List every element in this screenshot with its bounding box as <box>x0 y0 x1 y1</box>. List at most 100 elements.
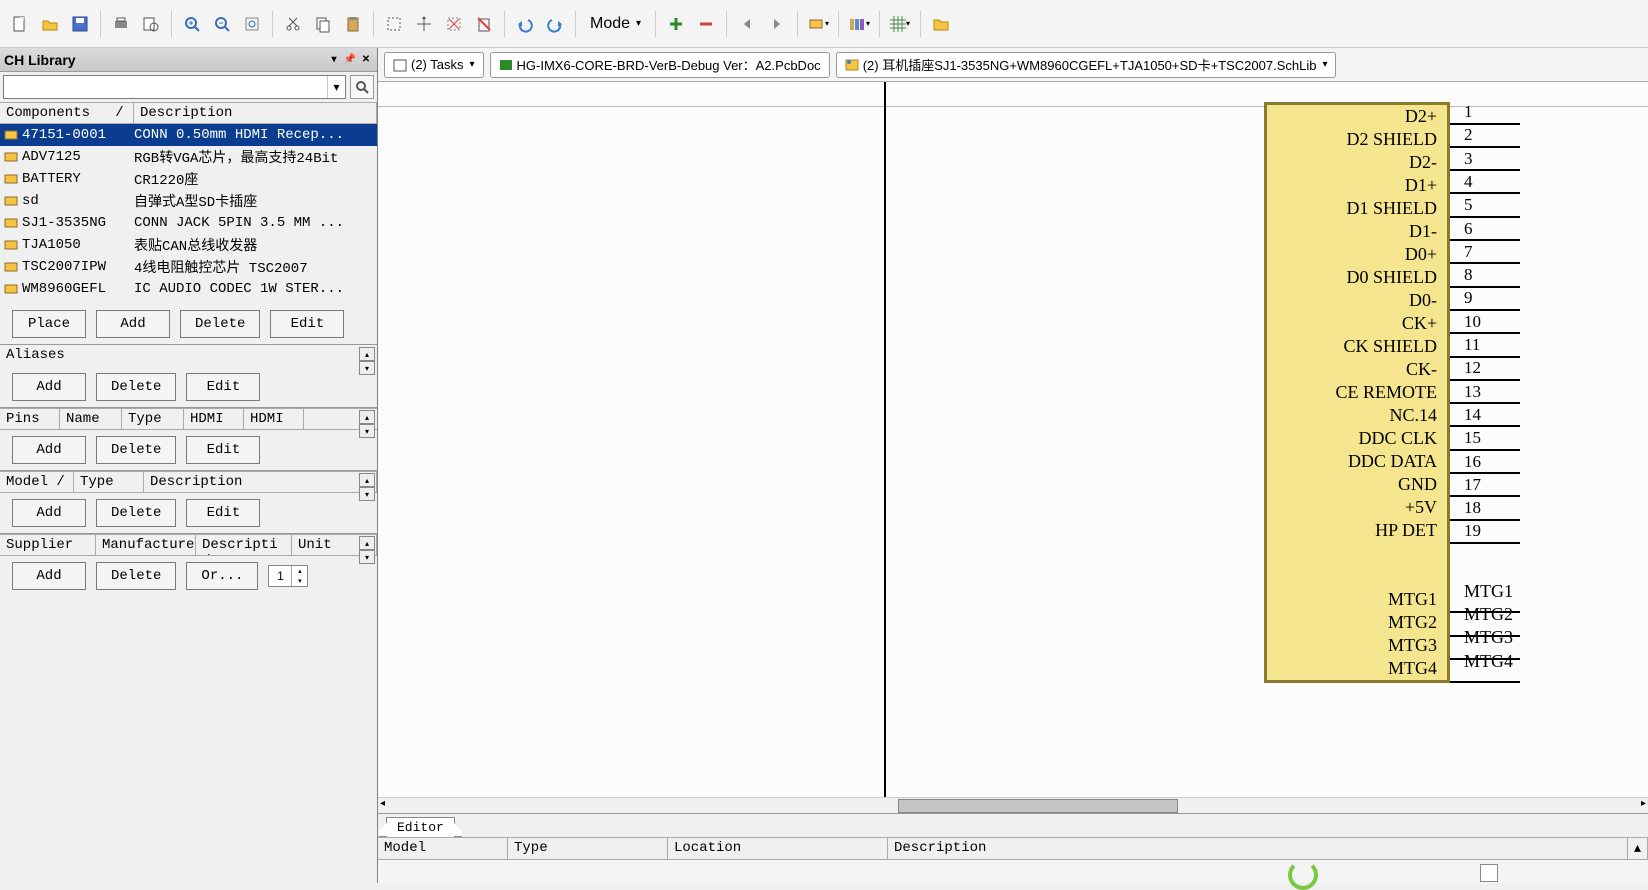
save-icon[interactable] <box>66 10 94 38</box>
aliases-add-button[interactable]: Add <box>12 373 86 401</box>
add-part-icon[interactable] <box>662 10 690 38</box>
col-model-type[interactable]: Type <box>74 472 144 492</box>
model-add-button[interactable]: Add <box>12 499 86 527</box>
quantity-spinner[interactable]: ▴▾ <box>268 565 308 587</box>
model-delete-button[interactable]: Delete <box>96 499 176 527</box>
col-pins[interactable]: Pins <box>0 409 60 429</box>
col-supp-desc[interactable]: Descripti <box>202 537 278 553</box>
redo-icon[interactable] <box>541 10 569 38</box>
panel-pin-icon[interactable]: 📌 <box>343 53 357 67</box>
col-model-desc[interactable]: Description <box>144 472 377 492</box>
components-list[interactable]: 47151-0001CONN 0.50mm HDMI Recep...ADV71… <box>0 124 377 304</box>
move-icon[interactable] <box>410 10 438 38</box>
folder-icon[interactable] <box>927 10 955 38</box>
schematic-canvas[interactable]: D2+D2 SHIELDD2-D1+D1 SHIELDD1-D0+D0 SHIE… <box>378 82 1648 797</box>
horizontal-scrollbar[interactable]: ◂ ▸ <box>378 797 1648 813</box>
select-rect-icon[interactable] <box>380 10 408 38</box>
list-item[interactable]: 47151-0001CONN 0.50mm HDMI Recep... <box>0 124 377 146</box>
cut-icon[interactable] <box>279 10 307 38</box>
status-bar <box>378 859 1648 883</box>
scroll-down-icon[interactable]: ▾ <box>359 550 375 564</box>
editor-tab[interactable]: Editor <box>386 817 455 837</box>
pin-name: DDC CLK <box>1267 427 1447 450</box>
open-icon[interactable] <box>36 10 64 38</box>
pin-name: D0 SHIELD <box>1267 266 1447 289</box>
quantity-input[interactable] <box>269 566 291 586</box>
footer-col-model[interactable]: Model <box>378 838 508 859</box>
col-hdmi2[interactable]: HDMI <box>244 409 304 429</box>
list-item[interactable]: BATTERYCR1220座 <box>0 168 377 190</box>
col-model[interactable]: Model <box>6 474 48 490</box>
undo-icon[interactable] <box>511 10 539 38</box>
status-icon[interactable] <box>1480 864 1498 882</box>
scroll-up-icon[interactable]: ▴ <box>359 536 375 550</box>
aliases-edit-button[interactable]: Edit <box>186 373 260 401</box>
list-item[interactable]: ADV7125RGB转VGA芯片，最高支持24Bit <box>0 146 377 168</box>
library-icon[interactable]: ▾ <box>845 10 873 38</box>
list-item[interactable]: sd自弹式A型SD卡插座 <box>0 190 377 212</box>
add-button[interactable]: Add <box>96 310 170 338</box>
col-type[interactable]: Type <box>122 409 184 429</box>
scroll-up-icon[interactable]: ▴ <box>359 473 375 487</box>
delete-button[interactable]: Delete <box>180 310 260 338</box>
zoom-fit-icon[interactable] <box>238 10 266 38</box>
col-supplier[interactable]: Supplier <box>0 535 96 555</box>
aliases-delete-button[interactable]: Delete <box>96 373 176 401</box>
model-edit-button[interactable]: Edit <box>186 499 260 527</box>
next-part-icon[interactable] <box>763 10 791 38</box>
footer-scroll-icon[interactable]: ▴ <box>1628 838 1648 859</box>
mode-dropdown[interactable]: Mode▾ <box>582 9 649 39</box>
supplier-delete-button[interactable]: Delete <box>96 562 176 590</box>
panel-close-icon[interactable]: ✕ <box>359 53 373 67</box>
pins-edit-button[interactable]: Edit <box>186 436 260 464</box>
pins-add-button[interactable]: Add <box>12 436 86 464</box>
tab-pcbdoc[interactable]: HG-IMX6-CORE-BRD-VerB-Debug Ver：A2.PcbDo… <box>490 52 830 78</box>
spin-down-icon[interactable]: ▾ <box>291 576 307 586</box>
chevron-down-icon[interactable]: ▾ <box>327 76 345 98</box>
supplier-add-button[interactable]: Add <box>12 562 86 590</box>
col-manufacturer[interactable]: Manufacturer <box>96 535 196 555</box>
grid-icon[interactable]: ▾ <box>886 10 914 38</box>
remove-part-icon[interactable] <box>692 10 720 38</box>
scroll-down-icon[interactable]: ▾ <box>359 424 375 438</box>
col-components[interactable]: Components <box>6 105 90 121</box>
footer-col-type[interactable]: Type <box>508 838 668 859</box>
scroll-up-icon[interactable]: ▴ <box>359 410 375 424</box>
clear-icon[interactable] <box>470 10 498 38</box>
new-file-icon[interactable] <box>6 10 34 38</box>
tab-tasks[interactable]: (2) Tasks▾ <box>384 52 484 78</box>
list-item[interactable]: SJ1-3535NGCONN JACK 5PIN 3.5 MM ... <box>0 212 377 234</box>
col-description[interactable]: Description <box>134 103 377 123</box>
zoom-out-icon[interactable] <box>208 10 236 38</box>
place-button[interactable]: Place <box>12 310 86 338</box>
print-icon[interactable] <box>107 10 135 38</box>
spin-up-icon[interactable]: ▴ <box>291 566 307 576</box>
list-item[interactable]: WM8960GEFLIC AUDIO CODEC 1W STER... <box>0 278 377 300</box>
search-button[interactable] <box>350 75 374 99</box>
scroll-down-icon[interactable]: ▾ <box>359 487 375 501</box>
tab-schlib[interactable]: (2) 耳机插座SJ1-3535NG+WM8960CGEFL+TJA1050+S… <box>836 52 1337 78</box>
search-input[interactable] <box>4 76 327 98</box>
prev-part-icon[interactable] <box>733 10 761 38</box>
col-hdmi1[interactable]: HDMI <box>184 409 244 429</box>
deselect-icon[interactable] <box>440 10 468 38</box>
scrollbar-thumb[interactable] <box>898 799 1178 813</box>
paste-icon[interactable] <box>339 10 367 38</box>
panel-dropdown-icon[interactable]: ▾ <box>327 53 341 67</box>
list-item[interactable]: TJA1050表贴CAN总线收发器 <box>0 234 377 256</box>
scroll-up-icon[interactable]: ▴ <box>359 347 375 361</box>
preview-icon[interactable] <box>137 10 165 38</box>
document-tabs: (2) Tasks▾ HG-IMX6-CORE-BRD-VerB-Debug V… <box>378 48 1648 82</box>
zoom-in-icon[interactable] <box>178 10 206 38</box>
footer-col-location[interactable]: Location <box>668 838 888 859</box>
scroll-down-icon[interactable]: ▾ <box>359 361 375 375</box>
component-icon[interactable]: ▾ <box>804 10 832 38</box>
order-button[interactable]: Or... <box>186 562 258 590</box>
search-combo[interactable]: ▾ <box>3 75 346 99</box>
copy-icon[interactable] <box>309 10 337 38</box>
footer-col-desc[interactable]: Description <box>888 838 1628 859</box>
col-name[interactable]: Name <box>60 409 122 429</box>
edit-button[interactable]: Edit <box>270 310 344 338</box>
list-item[interactable]: TSC2007IPW4线电阻触控芯片 TSC2007 <box>0 256 377 278</box>
pins-delete-button[interactable]: Delete <box>96 436 176 464</box>
